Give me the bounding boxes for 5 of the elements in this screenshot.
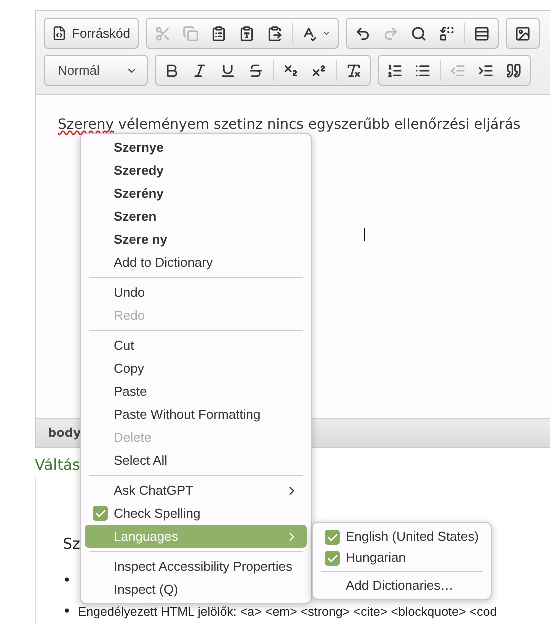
editor-text: Szereny véleményem szetinz nincs egyszerűbb ellenőrzési eljárás	[58, 117, 522, 133]
bullet-marker: •	[63, 604, 72, 620]
paragraph-text: Sz	[63, 535, 80, 553]
list-text: Engedélyezett HTML jelölők: <a> <em> <strong> <cite> <blockquote> <cod	[78, 605, 498, 619]
bullet-marker: •	[63, 573, 72, 589]
